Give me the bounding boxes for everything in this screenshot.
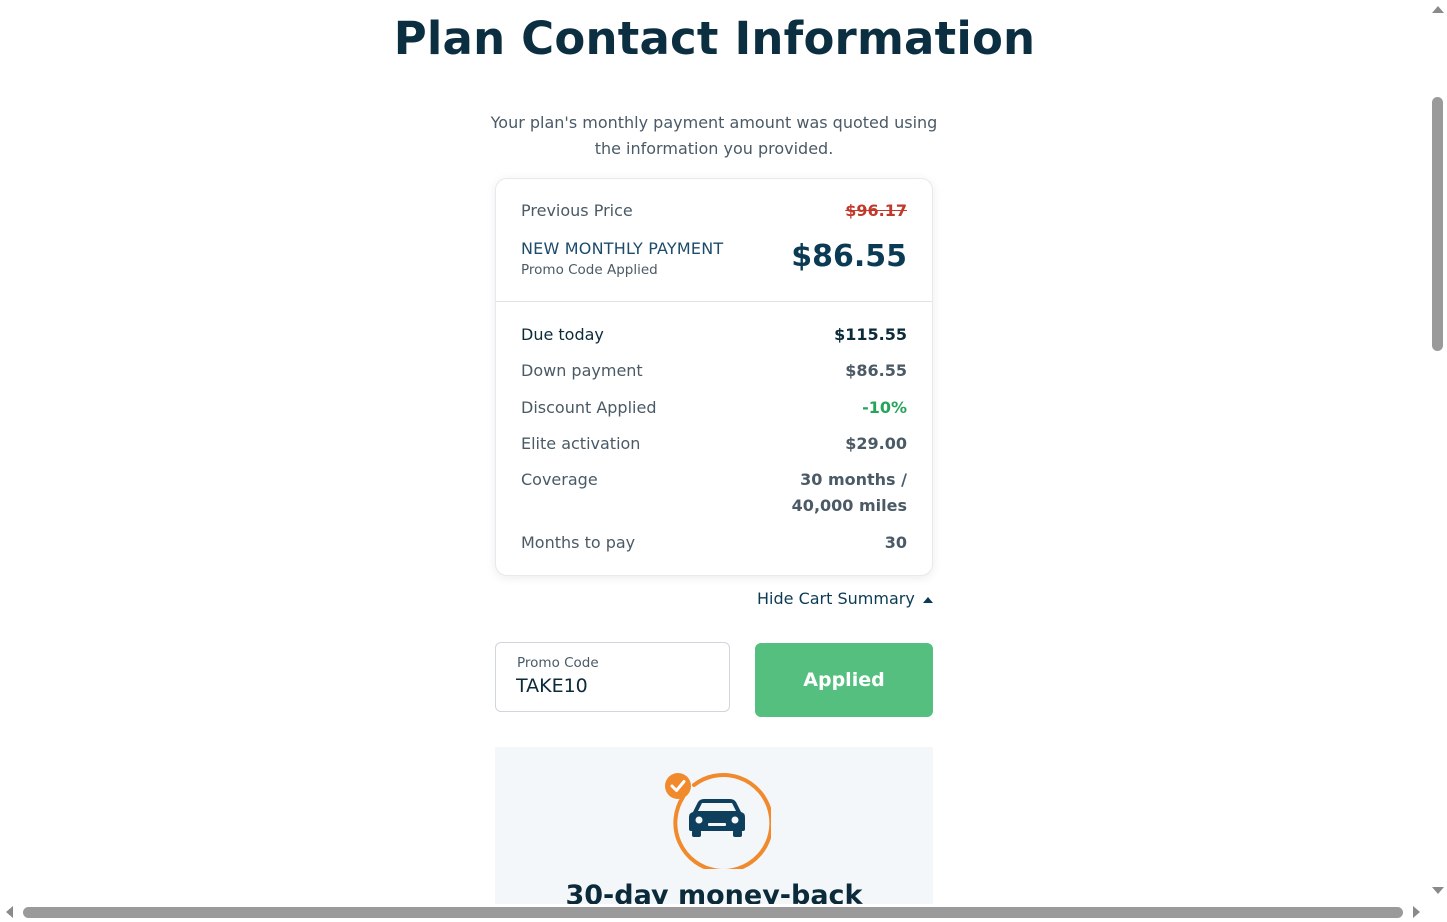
- price-header: Previous Price $96.17 NEW MONTHLY PAYMEN…: [496, 179, 932, 302]
- scroll-up-arrow-icon[interactable]: [1432, 6, 1444, 13]
- promo-code-field[interactable]: Promo Code: [495, 642, 730, 712]
- scrollbar-corner: [1429, 904, 1447, 922]
- months-to-pay-label: Months to pay: [521, 533, 636, 552]
- previous-price-label: Previous Price: [521, 201, 633, 220]
- promo-code-input[interactable]: [516, 675, 706, 697]
- scroll-right-arrow-icon[interactable]: [1413, 906, 1420, 918]
- elite-activation-label: Elite activation: [521, 434, 641, 453]
- due-today-value: $115.55: [834, 325, 907, 344]
- coverage-value: 30 months / 40,000 miles: [792, 467, 907, 519]
- due-today-label: Due today: [521, 325, 604, 344]
- promo-code-label: Promo Code: [517, 655, 599, 671]
- new-monthly-payment-value: $86.55: [791, 239, 907, 274]
- intro-text: Your plan's monthly payment amount was q…: [490, 113, 938, 158]
- scroll-down-arrow-icon[interactable]: [1432, 887, 1444, 894]
- money-back-guarantee-card: 30-day money-back: [495, 747, 933, 922]
- car-check-icon: [665, 773, 771, 869]
- caret-up-icon[interactable]: [923, 597, 933, 603]
- cart-summary-card: Previous Price $96.17 NEW MONTHLY PAYMEN…: [495, 178, 933, 576]
- page-title: Plan Contact Information: [393, 12, 1036, 65]
- hide-cart-summary-link[interactable]: Hide Cart Summary: [757, 589, 915, 608]
- vertical-scrollbar-thumb[interactable]: [1432, 97, 1443, 351]
- applied-button[interactable]: Applied: [755, 643, 933, 717]
- down-payment-label: Down payment: [521, 361, 643, 380]
- scroll-left-arrow-icon[interactable]: [6, 906, 13, 918]
- discount-applied-value: -10%: [862, 398, 907, 417]
- discount-applied-label: Discount Applied: [521, 398, 657, 417]
- coverage-value-miles: 40,000 miles: [791, 496, 907, 515]
- down-payment-value: $86.55: [845, 361, 907, 380]
- elite-activation-value: $29.00: [845, 434, 907, 453]
- months-to-pay-value: 30: [884, 533, 907, 552]
- horizontal-scrollbar-thumb[interactable]: [23, 907, 1403, 918]
- promo-applied-note: Promo Code Applied: [521, 262, 658, 278]
- previous-price-value: $96.17: [845, 201, 907, 220]
- new-monthly-payment-label: NEW MONTHLY PAYMENT: [521, 239, 724, 258]
- coverage-value-months: 30 months /: [800, 470, 907, 489]
- coverage-label: Coverage: [521, 470, 598, 489]
